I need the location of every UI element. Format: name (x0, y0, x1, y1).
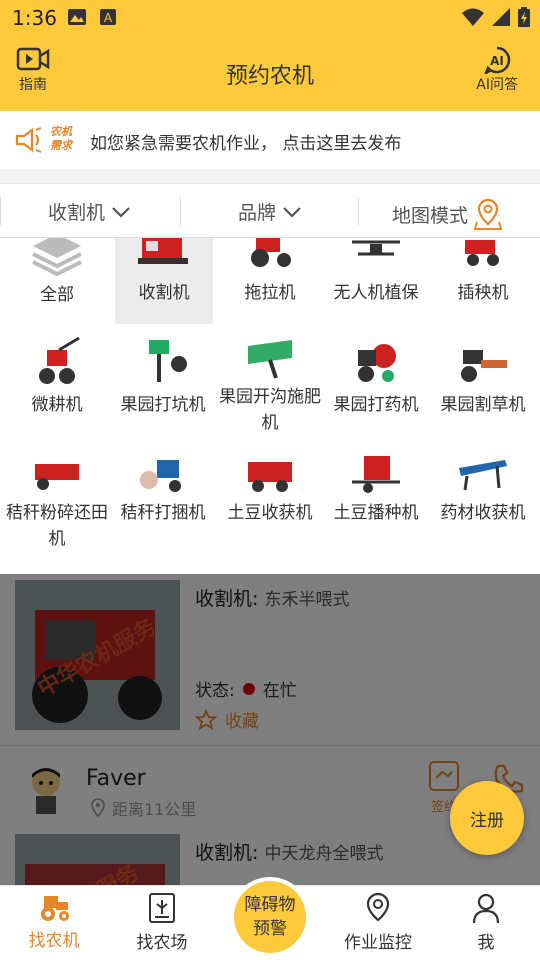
mini-tiller-icon (39, 336, 80, 384)
filter-bar: 收割机 品牌 地图模式 (0, 183, 540, 238)
svg-text:A: A (104, 11, 113, 25)
potato-harvester-icon (248, 462, 292, 492)
register-button[interactable]: 注册 (450, 781, 524, 855)
tractor-icon (251, 238, 291, 267)
demand-tag: 农机 需求 (50, 125, 72, 152)
user-icon (472, 893, 500, 924)
category-tractor[interactable]: 拖拉机 (217, 238, 323, 324)
svg-text:AI: AI (490, 54, 504, 68)
category-dropdown: 全部 收割机 拖拉机 无人机植保 插秧机 微耕机 果园打坑机 果园开沟施肥机 果… (0, 238, 540, 574)
ai-icon: AI (484, 46, 511, 74)
tractor-icon (41, 896, 69, 921)
category-harvester[interactable]: 收割机 (115, 238, 213, 324)
map-pin-icon (474, 198, 503, 230)
chevron-down-icon (283, 206, 301, 218)
font-icon: A (100, 9, 116, 25)
divider (0, 169, 540, 183)
location-pin-icon (366, 892, 390, 922)
obstacle-warning-button[interactable]: 障碍物 预警 (230, 877, 310, 957)
farm-doc-icon (149, 893, 175, 923)
straw-baler-icon (140, 460, 181, 492)
category-filter[interactable]: 收割机 (48, 198, 131, 225)
brand-filter[interactable]: 品牌 (238, 198, 302, 225)
nav-find-machine[interactable]: 找农机 (4, 892, 104, 951)
category-herb-harvester[interactable]: 药材收获机 (430, 454, 536, 526)
category-potato-harvester[interactable]: 土豆收获机 (217, 454, 323, 526)
category-all[interactable]: 全部 (4, 238, 110, 324)
category-mini-tiller[interactable]: 微耕机 (4, 336, 110, 418)
orchard-trencher-icon (248, 340, 292, 379)
category-orchard-trencher[interactable]: 果园开沟施肥机 (217, 336, 323, 436)
category-orchard-sprayer[interactable]: 果园打药机 (323, 336, 429, 418)
orchard-sprayer-icon (358, 344, 396, 382)
app-header: 指南 预约农机 AI AI问答 (0, 36, 540, 111)
category-straw-crusher[interactable]: 秸秆粉碎还田机 (4, 454, 110, 552)
category-straw-baler[interactable]: 秸秆打捆机 (110, 454, 216, 526)
herb-harvester-icon (459, 460, 507, 491)
nav-work-monitor[interactable]: 作业监控 (328, 892, 428, 953)
demand-notice[interactable]: 农机 需求 如您紧急需要农机作业， 点击这里去发布 (0, 111, 540, 169)
page-title: 预约农机 (225, 64, 314, 89)
signal-icon (492, 8, 510, 26)
layers-icon (32, 238, 82, 276)
status-bar: 1:36 A (0, 0, 540, 36)
category-orchard-mower[interactable]: 果园割草机 (430, 336, 536, 418)
orchard-digger-icon (149, 340, 187, 382)
chevron-down-icon (112, 206, 130, 218)
nav-find-farm[interactable]: 找农场 (112, 892, 212, 953)
notice-text: 如您紧急需要农机作业， 点击这里去发布 (90, 134, 402, 154)
nav-me[interactable]: 我 (436, 892, 536, 953)
orchard-mower-icon (461, 350, 507, 382)
status-time: 1:36 (12, 6, 57, 30)
wifi-icon (462, 8, 484, 26)
image-icon (68, 9, 86, 25)
drone-icon (352, 240, 400, 256)
category-orchard-digger[interactable]: 果园打坑机 (110, 336, 216, 418)
megaphone-icon (15, 127, 42, 153)
category-potato-planter[interactable]: 土豆播种机 (323, 454, 429, 526)
map-mode-button[interactable]: 地图模式 (392, 198, 503, 230)
transplanter-icon (465, 240, 499, 266)
battery-icon (518, 7, 530, 27)
ai-qa-button[interactable]: AI AI问答 (476, 46, 518, 94)
category-transplanter[interactable]: 插秧机 (430, 238, 536, 324)
straw-crusher-icon (35, 464, 79, 490)
potato-planter-icon (352, 456, 400, 493)
ai-qa-label: AI问答 (476, 77, 518, 93)
category-drone[interactable]: 无人机植保 (323, 238, 429, 324)
harvester-icon (138, 238, 188, 264)
